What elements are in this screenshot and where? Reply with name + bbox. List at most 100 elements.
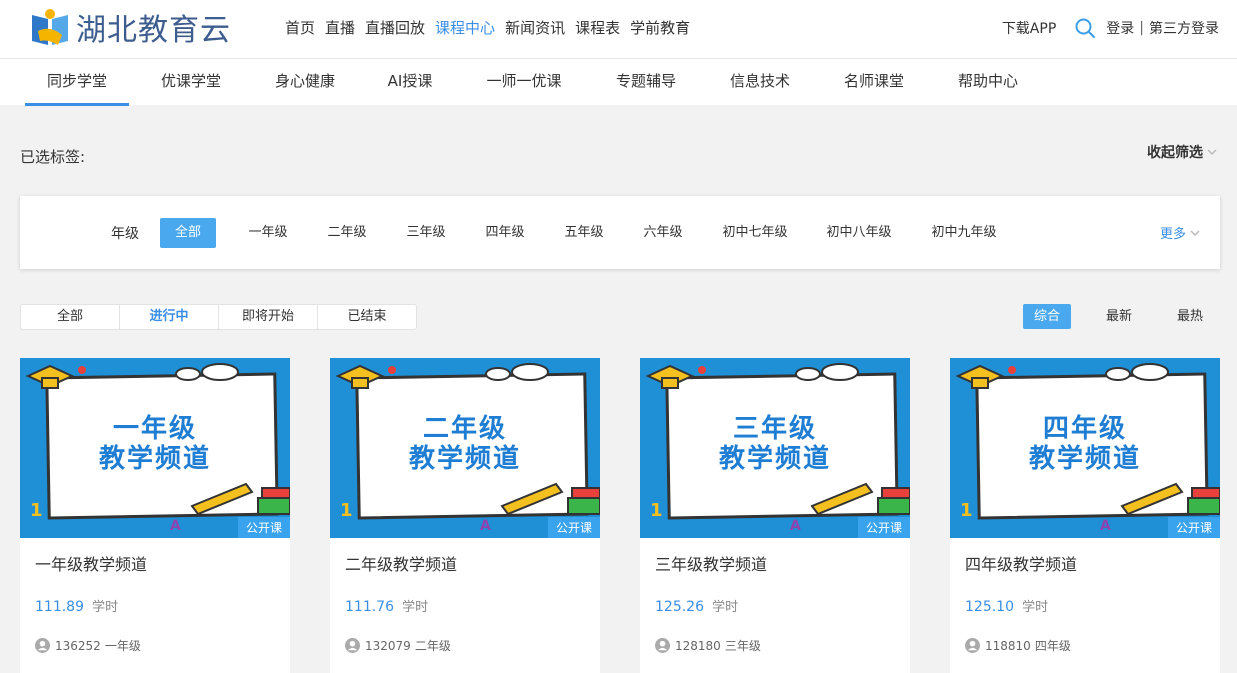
top-nav-item-home[interactable]: 首页 — [285, 17, 315, 38]
course-hours-unit: 学时 — [92, 600, 119, 615]
course-title[interactable]: 三年级教学频道 — [655, 551, 767, 575]
svg-text:1: 1 — [30, 500, 43, 521]
course-hours-value: 125.26 — [655, 599, 704, 615]
course-grade: 三年级 — [724, 639, 761, 653]
more-grades-label: 更多 — [1159, 227, 1186, 242]
sort-option-newest[interactable]: 最新 — [1095, 304, 1143, 329]
public-course-badge: 公开课 — [547, 517, 600, 538]
svg-text:1: 1 — [340, 500, 353, 521]
user-icon — [655, 638, 670, 653]
grade-option-3[interactable]: 三年级 — [400, 218, 452, 248]
course-thumbnail[interactable]: A 1 四年级 教学频道 公开课 — [950, 358, 1220, 538]
course-hours-value: 111.76 — [345, 599, 394, 615]
tab-quality-class[interactable]: 优课学堂 — [139, 59, 243, 106]
course-card[interactable]: A 1 三年级 教学频道 公开课 三年级教学频道 125.26 学时 12818… — [640, 358, 910, 673]
user-icon — [35, 638, 50, 653]
grade-option-8[interactable]: 初中八年级 — [820, 218, 898, 248]
search-icon[interactable] — [1074, 17, 1096, 39]
public-course-badge: 公开课 — [237, 517, 290, 538]
course-hours-value: 125.10 — [965, 599, 1014, 615]
thumbnail-title-line2: 教学频道 — [98, 444, 211, 474]
course-card[interactable]: A 1 二年级 教学频道 公开课 二年级教学频道 111.76 学时 13207… — [330, 358, 600, 673]
view-count: 128180 — [675, 638, 721, 653]
course-grade: 二年级 — [414, 639, 451, 653]
grade-option-2[interactable]: 二年级 — [321, 218, 373, 248]
view-count: 118810 — [985, 638, 1031, 653]
view-count: 136252 — [55, 638, 101, 653]
course-thumbnail[interactable]: A 1 二年级 教学频道 公开课 — [330, 358, 600, 538]
status-tab-ended[interactable]: 已结束 — [318, 305, 416, 329]
course-hours-unit: 学时 — [1022, 600, 1049, 615]
course-thumbnail[interactable]: A 1 一年级 教学频道 公开课 — [20, 358, 290, 538]
grade-option-9[interactable]: 初中九年级 — [925, 218, 1003, 248]
tab-ai-teaching[interactable]: AI授课 — [358, 59, 462, 106]
thumbnail-title-line1: 三年级 — [732, 414, 817, 444]
login-separator: | — [1139, 20, 1144, 36]
status-tab-all[interactable]: 全部 — [21, 305, 120, 329]
collapse-filter-label: 收起筛选 — [1147, 145, 1203, 161]
course-thumbnail[interactable]: A 1 三年级 教学频道 公开课 — [640, 358, 910, 538]
course-hours: 111.89 学时 — [35, 596, 118, 615]
svg-text:1: 1 — [960, 500, 973, 521]
more-grades-button[interactable]: 更多 — [1160, 223, 1200, 242]
svg-text:A: A — [170, 518, 181, 534]
tab-special-tutoring[interactable]: 专题辅导 — [594, 59, 698, 106]
course-card[interactable]: A 1 一年级 教学频道 公开课 一年级教学频道 111.89 学时 13625… — [20, 358, 290, 673]
grade-option-7[interactable]: 初中七年级 — [716, 218, 794, 248]
tab-health[interactable]: 身心健康 — [253, 59, 357, 106]
tab-famous-teacher[interactable]: 名师课堂 — [822, 59, 926, 106]
course-card[interactable]: A 1 四年级 教学频道 公开课 四年级教学频道 125.10 学时 11881… — [950, 358, 1220, 673]
course-hours-value: 111.89 — [35, 599, 84, 615]
grade-option-1[interactable]: 一年级 — [242, 218, 294, 248]
top-nav-item-course-center[interactable]: 课程中心 — [435, 17, 495, 38]
top-nav-item-preschool[interactable]: 学前教育 — [630, 17, 690, 38]
course-meta: 136252 一年级 — [35, 637, 141, 654]
top-nav: 首页 直播 直播回放 课程中心 新闻资讯 课程表 学前教育 — [285, 17, 700, 38]
course-title[interactable]: 一年级教学频道 — [35, 551, 147, 575]
thumbnail-title-line1: 二年级 — [422, 414, 507, 444]
public-course-badge: 公开课 — [1167, 517, 1220, 538]
top-nav-item-schedule[interactable]: 课程表 — [575, 17, 620, 38]
thumbnail-title: 一年级 教学频道 — [20, 414, 290, 474]
grade-option-all[interactable]: 全部 — [160, 218, 216, 248]
user-icon — [965, 638, 980, 653]
download-app-link[interactable]: 下载APP — [1002, 18, 1056, 38]
site-logo[interactable]: 湖北教育云 — [28, 5, 231, 49]
grade-option-6[interactable]: 六年级 — [637, 218, 689, 248]
grade-option-5[interactable]: 五年级 — [558, 218, 610, 248]
svg-text:A: A — [480, 518, 491, 534]
top-nav-item-news[interactable]: 新闻资讯 — [505, 17, 565, 38]
tab-one-teacher[interactable]: 一师一优课 — [472, 59, 576, 106]
chevron-down-icon — [1190, 229, 1200, 236]
thumbnail-title-line1: 一年级 — [112, 414, 197, 444]
status-tabs: 全部 进行中 即将开始 已结束 — [20, 304, 417, 330]
category-nav: 同步学堂 优课学堂 身心健康 AI授课 一师一优课 专题辅导 信息技术 名师课堂… — [0, 58, 1237, 106]
course-title[interactable]: 二年级教学频道 — [345, 551, 457, 575]
svg-text:1: 1 — [650, 500, 663, 521]
top-nav-item-replay[interactable]: 直播回放 — [365, 17, 425, 38]
thumbnail-title-line2: 教学频道 — [1028, 444, 1141, 474]
chevron-down-icon — [1207, 149, 1217, 156]
status-tab-ongoing[interactable]: 进行中 — [120, 305, 219, 329]
top-nav-item-live[interactable]: 直播 — [325, 17, 355, 38]
tab-help-center[interactable]: 帮助中心 — [936, 59, 1040, 106]
grade-option-4[interactable]: 四年级 — [479, 218, 531, 248]
login-link[interactable]: 登录 — [1106, 18, 1134, 38]
thumbnail-title-line1: 四年级 — [1042, 414, 1127, 444]
tab-sync-class[interactable]: 同步学堂 — [25, 59, 129, 106]
grade-filter-panel: 年级 全部 一年级 二年级 三年级 四年级 五年级 六年级 初中七年级 初中八年… — [20, 196, 1220, 269]
sort-option-comprehensive[interactable]: 综合 — [1023, 304, 1071, 329]
course-meta: 118810 四年级 — [965, 637, 1071, 654]
third-party-login-link[interactable]: 第三方登录 — [1149, 18, 1219, 38]
sort-option-hottest[interactable]: 最热 — [1166, 304, 1214, 329]
logo-book-icon — [32, 9, 68, 45]
course-title[interactable]: 四年级教学频道 — [965, 551, 1077, 575]
thumbnail-title: 三年级 教学频道 — [640, 414, 910, 474]
svg-text:A: A — [790, 518, 801, 534]
collapse-filter-button[interactable]: 收起筛选 — [1147, 142, 1217, 162]
status-tab-upcoming[interactable]: 即将开始 — [219, 305, 318, 329]
course-grade: 四年级 — [1034, 639, 1071, 653]
tab-it[interactable]: 信息技术 — [708, 59, 812, 106]
logo-text: 湖北教育云 — [76, 13, 231, 48]
top-header: 湖北教育云 首页 直播 直播回放 课程中心 新闻资讯 课程表 学前教育 下载AP… — [0, 0, 1237, 58]
